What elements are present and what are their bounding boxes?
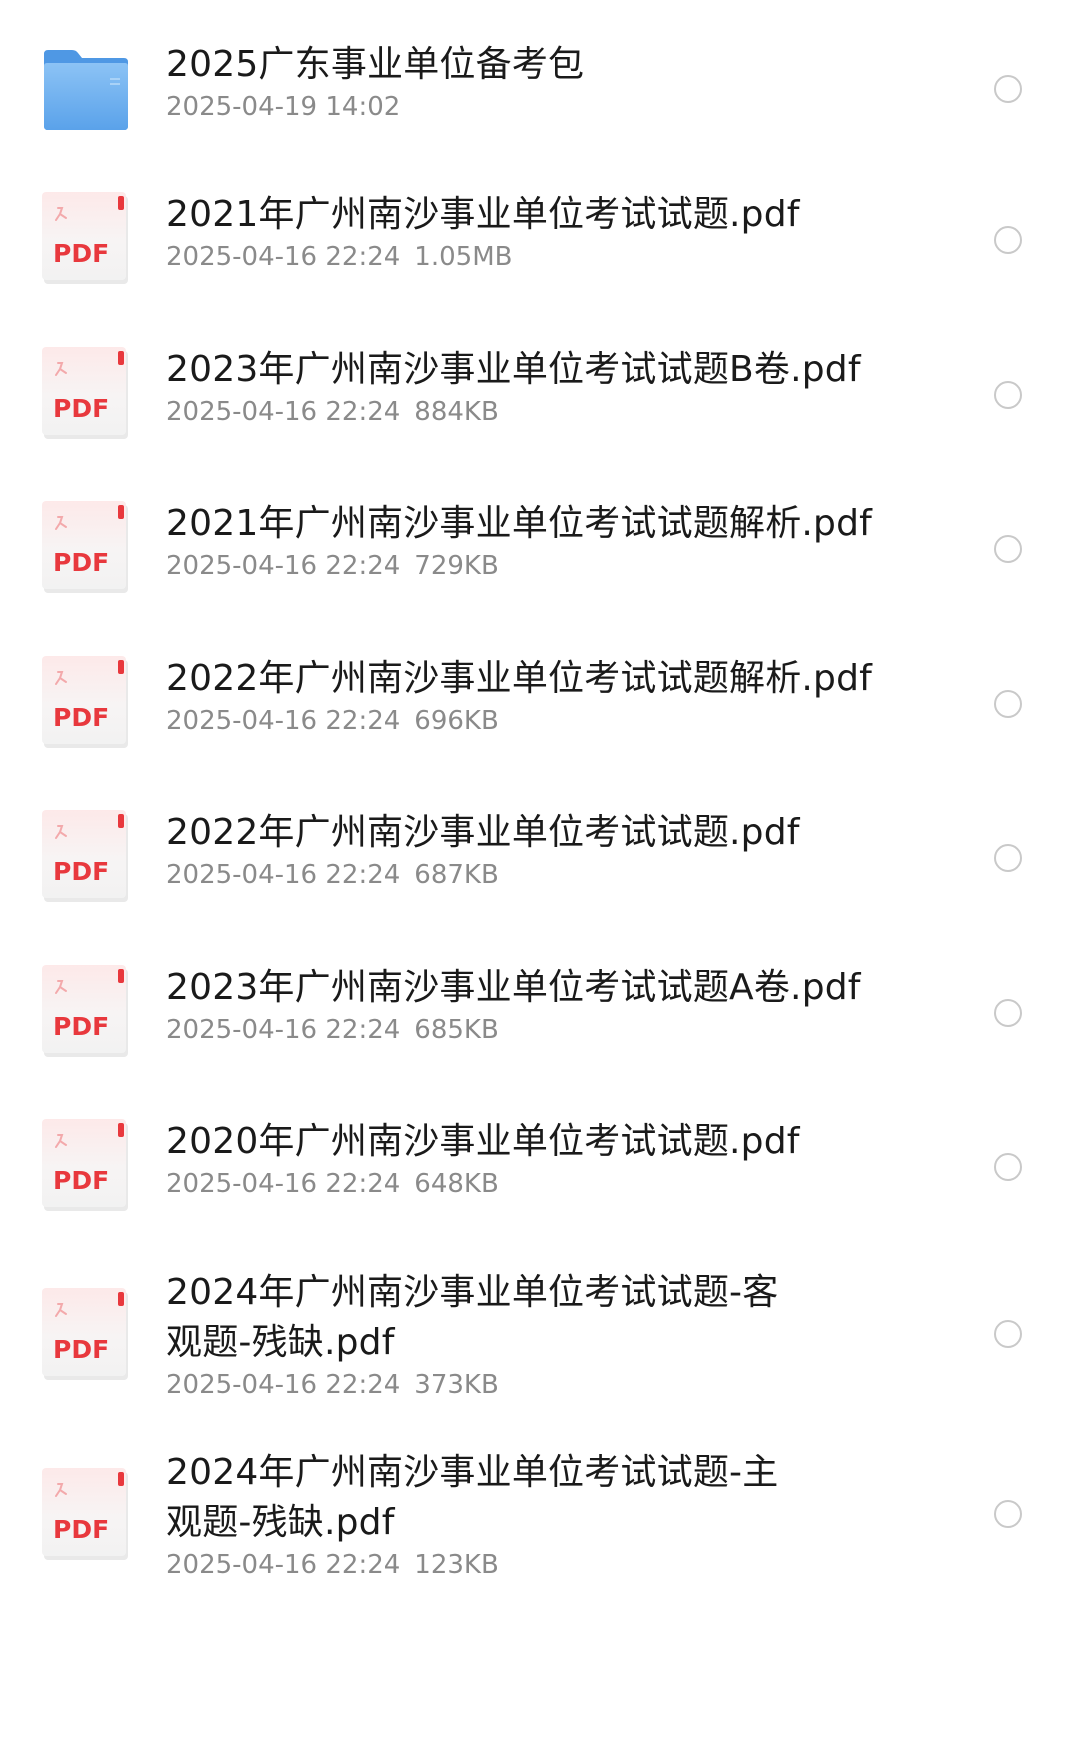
file-info: 2021年广州南沙事业单位考试试题解析.pdf 2025-04-16 22:24… [166, 499, 886, 583]
list-item[interactable]: PDF 2021年广州南沙事业单位考试试题解析.pdf 2025-04-16 2… [0, 499, 1080, 609]
file-info: 2025广东事业单位备考包 2025-04-19 14:02 [166, 40, 886, 124]
file-size: 648KB [414, 1169, 499, 1199]
svg-text:PDF: PDF [53, 1166, 109, 1195]
folder-icon [42, 48, 130, 144]
select-radio[interactable] [994, 1500, 1022, 1528]
file-info: 2022年广州南沙事业单位考试试题.pdf 2025-04-16 22:24 68… [166, 808, 886, 892]
file-info: 2021年广州南沙事业单位考试试题.pdf 2025-04-16 22:24 1.… [166, 190, 886, 274]
list-item[interactable]: PDF 2023年广州南沙事业单位考试试题A卷.pdf 2025-04-16 2… [0, 963, 1080, 1073]
list-item[interactable]: PDF 2022年广州南沙事业单位考试试题.pdf 2025-04-16 22:… [0, 808, 1080, 918]
list-item[interactable]: PDF 2023年广州南沙事业单位考试试题B卷.pdf 2025-04-16 2… [0, 345, 1080, 455]
file-date: 2025-04-16 22:24 [166, 551, 401, 581]
svg-text:PDF: PDF [53, 239, 109, 268]
file-info: 2020年广州南沙事业单位考试试题.pdf 2025-04-16 22:24 64… [166, 1117, 886, 1201]
file-meta: 2025-04-16 22:24 685KB [166, 1013, 886, 1047]
file-size: 687KB [414, 860, 499, 890]
file-meta: 2025-04-16 22:24 648KB [166, 1167, 886, 1201]
file-info: 2023年广州南沙事业单位考试试题A卷.pdf 2025-04-16 22:24… [166, 963, 886, 1047]
svg-text:PDF: PDF [53, 548, 109, 577]
file-meta: 2025-04-16 22:24 373KB [166, 1368, 886, 1402]
list-item[interactable]: PDF 2022年广州南沙事业单位考试试题解析.pdf 2025-04-16 2… [0, 654, 1080, 764]
select-radio[interactable] [994, 226, 1022, 254]
svg-text:PDF: PDF [53, 1515, 109, 1544]
file-date: 2025-04-16 22:24 [166, 397, 401, 427]
svg-text:PDF: PDF [53, 1012, 109, 1041]
pdf-file-icon: PDF [42, 656, 130, 752]
svg-text:PDF: PDF [53, 857, 109, 886]
file-name: 2024年广州南沙事业单位考试试题-客观题-残缺.pdf [166, 1272, 779, 1363]
file-date: 2025-04-16 22:24 [166, 1550, 401, 1580]
file-date: 2025-04-16 22:24 [166, 1169, 401, 1199]
pdf-file-icon: PDF [42, 1468, 130, 1564]
file-size: 373KB [414, 1370, 499, 1400]
file-size: 696KB [414, 706, 499, 736]
file-info: 2022年广州南沙事业单位考试试题解析.pdf 2025-04-16 22:24… [166, 654, 886, 738]
pdf-file-icon: PDF [42, 347, 130, 443]
file-meta: 2025-04-19 14:02 [166, 90, 886, 124]
file-date: 2025-04-16 22:24 [166, 860, 401, 890]
file-name: 2021年广州南沙事业单位考试试题.pdf [166, 194, 800, 235]
file-meta: 2025-04-16 22:24 687KB [166, 858, 886, 892]
list-item[interactable]: PDF 2020年广州南沙事业单位考试试题.pdf 2025-04-16 22:… [0, 1117, 1080, 1227]
select-radio[interactable] [994, 535, 1022, 563]
file-date: 2025-04-16 22:24 [166, 1015, 401, 1045]
file-name: 2022年广州南沙事业单位考试试题.pdf [166, 812, 800, 853]
pdf-file-icon: PDF [42, 1288, 130, 1384]
file-list: 2025广东事业单位备考包 2025-04-19 14:02 PDF 2021年… [0, 0, 1080, 1758]
file-name: 2023年广州南沙事业单位考试试题B卷.pdf [166, 349, 861, 390]
file-date: 2025-04-16 22:24 [166, 1370, 401, 1400]
file-date: 2025-04-16 22:24 [166, 242, 401, 272]
svg-text:PDF: PDF [53, 1335, 109, 1364]
file-size: 123KB [414, 1550, 499, 1580]
select-radio[interactable] [994, 999, 1022, 1027]
file-meta: 2025-04-16 22:24 1.05MB [166, 240, 886, 274]
file-meta: 2025-04-16 22:24 884KB [166, 395, 886, 429]
pdf-file-icon: PDF [42, 965, 130, 1061]
list-item[interactable]: 2025广东事业单位备考包 2025-04-19 14:02 [0, 40, 1080, 150]
select-radio[interactable] [994, 381, 1022, 409]
file-size: 1.05MB [414, 242, 513, 272]
select-radio[interactable] [994, 844, 1022, 872]
file-name: 2021年广州南沙事业单位考试试题解析.pdf [166, 503, 873, 544]
pdf-file-icon: PDF [42, 810, 130, 906]
select-radio[interactable] [994, 1320, 1022, 1348]
pdf-file-icon: PDF [42, 1119, 130, 1215]
file-size: 884KB [414, 397, 499, 427]
svg-text:PDF: PDF [53, 703, 109, 732]
file-name: 2022年广州南沙事业单位考试试题解析.pdf [166, 658, 873, 699]
list-item[interactable]: PDF 2021年广州南沙事业单位考试试题.pdf 2025-04-16 22:… [0, 190, 1080, 300]
file-name: 2023年广州南沙事业单位考试试题A卷.pdf [166, 967, 861, 1008]
file-name: 2020年广州南沙事业单位考试试题.pdf [166, 1121, 800, 1162]
file-info: 2023年广州南沙事业单位考试试题B卷.pdf 2025-04-16 22:24… [166, 345, 886, 429]
file-size: 685KB [414, 1015, 499, 1045]
file-name: 2025广东事业单位备考包 [166, 44, 585, 85]
list-item[interactable]: PDF 2024年广州南沙事业单位考试试题-客观题-残缺.pdf 2025-04… [0, 1268, 1080, 1408]
file-size: 729KB [414, 551, 499, 581]
select-radio[interactable] [994, 690, 1022, 718]
file-meta: 2025-04-16 22:24 729KB [166, 549, 886, 583]
select-radio[interactable] [994, 1153, 1022, 1181]
file-meta: 2025-04-16 22:24 696KB [166, 704, 886, 738]
file-date: 2025-04-16 22:24 [166, 706, 401, 736]
svg-text:PDF: PDF [53, 394, 109, 423]
list-item[interactable]: PDF 2024年广州南沙事业单位考试试题-主观题-残缺.pdf 2025-04… [0, 1448, 1080, 1588]
file-date: 2025-04-19 14:02 [166, 92, 401, 122]
select-radio[interactable] [994, 75, 1022, 103]
pdf-file-icon: PDF [42, 501, 130, 597]
file-name: 2024年广州南沙事业单位考试试题-主观题-残缺.pdf [166, 1452, 779, 1543]
file-info: 2024年广州南沙事业单位考试试题-客观题-残缺.pdf 2025-04-16 … [166, 1268, 886, 1402]
file-meta: 2025-04-16 22:24 123KB [166, 1548, 886, 1582]
pdf-file-icon: PDF [42, 192, 130, 288]
file-info: 2024年广州南沙事业单位考试试题-主观题-残缺.pdf 2025-04-16 … [166, 1448, 886, 1582]
